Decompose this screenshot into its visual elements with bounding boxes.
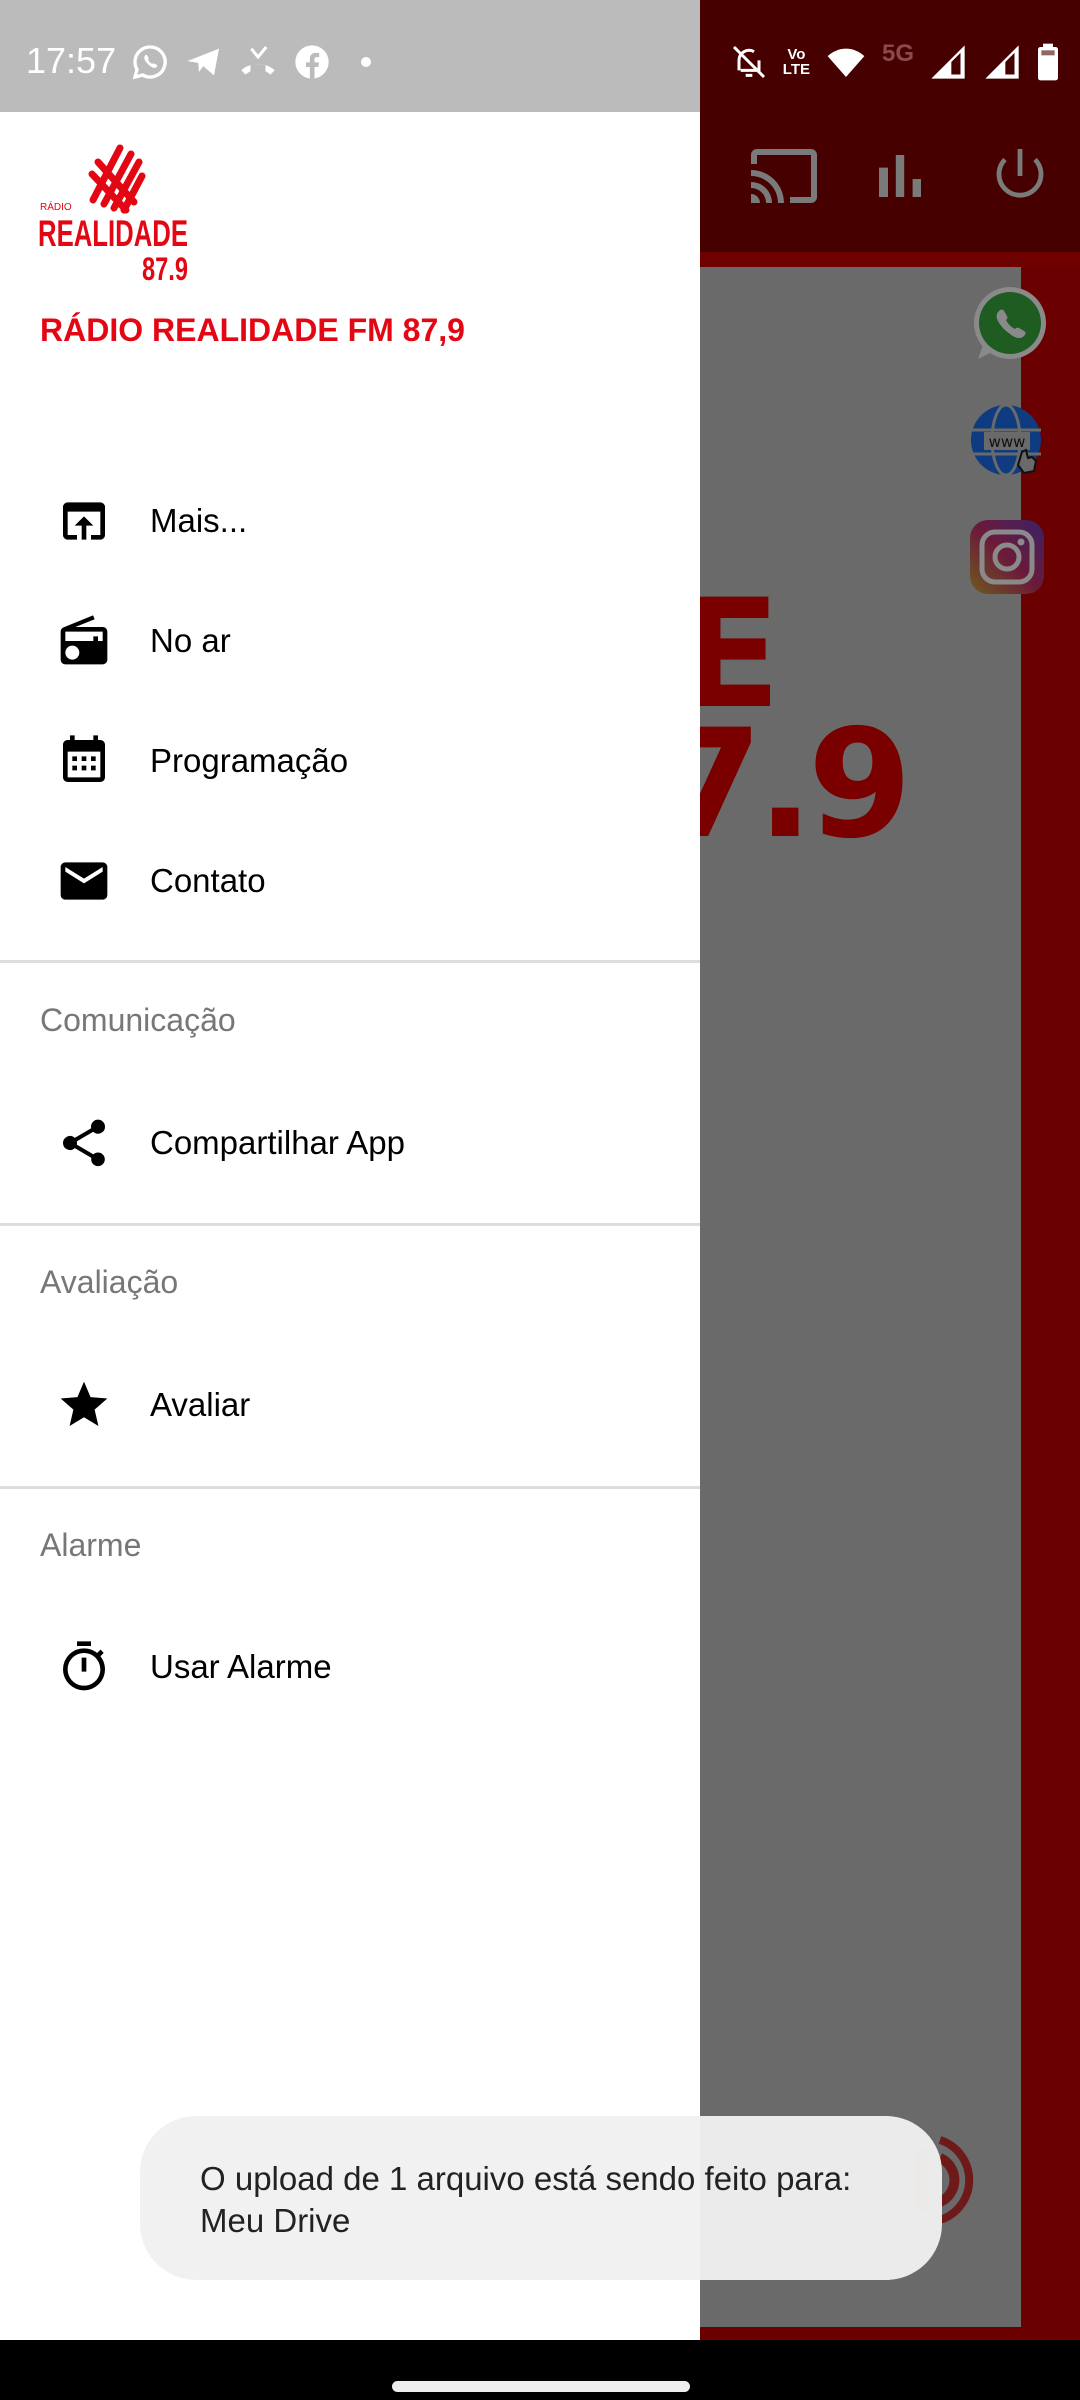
drawer-item-label: Avaliar [150, 1386, 251, 1423]
volte-top: Vo [787, 46, 806, 63]
volte-icon: Vo LTE [783, 47, 810, 77]
email-icon [56, 853, 112, 909]
drawer-item-usar-alarme[interactable]: Usar Alarme [0, 1612, 700, 1722]
drawer-item-avaliar[interactable]: Avaliar [0, 1350, 700, 1460]
drawer-item-mais[interactable]: Mais... [0, 466, 700, 576]
signal-icon [931, 45, 965, 79]
cast-icon[interactable] [748, 140, 820, 212]
wifi-icon [827, 48, 865, 77]
timer-icon [56, 1639, 112, 1695]
share-icon [56, 1115, 112, 1171]
station-logo: RÁDIO REALIDADE 87.9 [38, 138, 190, 287]
telegram-icon [187, 48, 219, 76]
status-time: 17:57 [26, 40, 117, 81]
star-icon [56, 1377, 112, 1433]
drawer-item-label: Contato [150, 862, 266, 899]
logo-frequency: 87.9 [142, 251, 188, 284]
facebook-icon [295, 45, 329, 79]
logo-small-text: RÁDIO [40, 200, 72, 213]
battery-icon [1038, 43, 1058, 81]
drawer-item-label: No ar [150, 622, 231, 659]
volte-bottom: LTE [782, 61, 810, 78]
drawer-item-compartilhar-app[interactable]: Compartilhar App [0, 1088, 700, 1198]
bell-off-icon [732, 45, 765, 79]
svg-text:www: www [989, 433, 1026, 451]
notification-icons [130, 42, 386, 82]
drawer-item-label: Mais... [150, 502, 248, 539]
drawer-item-contato[interactable]: Contato [0, 826, 700, 936]
more-dot-icon [361, 57, 371, 67]
whatsapp-icon[interactable] [968, 285, 1048, 365]
website-icon[interactable]: www [968, 402, 1048, 482]
drawer-item-no-ar[interactable]: No ar [0, 586, 700, 696]
drawer-item-label: Usar Alarme [150, 1648, 332, 1685]
drawer-item-label: Compartilhar App [150, 1124, 405, 1161]
equalizer-icon[interactable] [864, 140, 936, 212]
network-5g-label: 5G [881, 40, 914, 67]
drawer-item-label: Programação [150, 742, 349, 779]
section-header-alarme: Alarme [40, 1527, 142, 1563]
radio-icon [56, 613, 112, 669]
power-icon[interactable] [984, 140, 1056, 212]
instagram-icon[interactable] [968, 518, 1048, 598]
divider [0, 960, 700, 963]
signal-icon [985, 45, 1019, 79]
divider [0, 1486, 700, 1489]
calendar-icon [56, 733, 112, 789]
toast-message: O upload de 1 arquivo está sendo feito p… [200, 2160, 852, 2239]
section-header-avaliacao: Avaliação [40, 1264, 179, 1300]
section-header-comunicacao: Comunicação [40, 1002, 236, 1038]
system-status-icons: Vo LTE 5G [729, 40, 1060, 82]
logo-main-text: REALIDADE [38, 213, 188, 254]
open-in-browser-icon [56, 493, 112, 549]
toast-notification: O upload de 1 arquivo está sendo feito p… [140, 2116, 942, 2280]
station-title: RÁDIO REALIDADE FM 87,9 [40, 312, 465, 348]
missed-call-icon [241, 46, 275, 75]
home-gesture-handle[interactable] [392, 2381, 690, 2392]
whatsapp-icon [132, 45, 167, 80]
divider [0, 1223, 700, 1226]
navigation-drawer: RÁDIO REALIDADE 87.9 RÁDIO REALIDADE FM … [0, 112, 700, 2340]
drawer-item-programacao[interactable]: Programação [0, 706, 700, 816]
